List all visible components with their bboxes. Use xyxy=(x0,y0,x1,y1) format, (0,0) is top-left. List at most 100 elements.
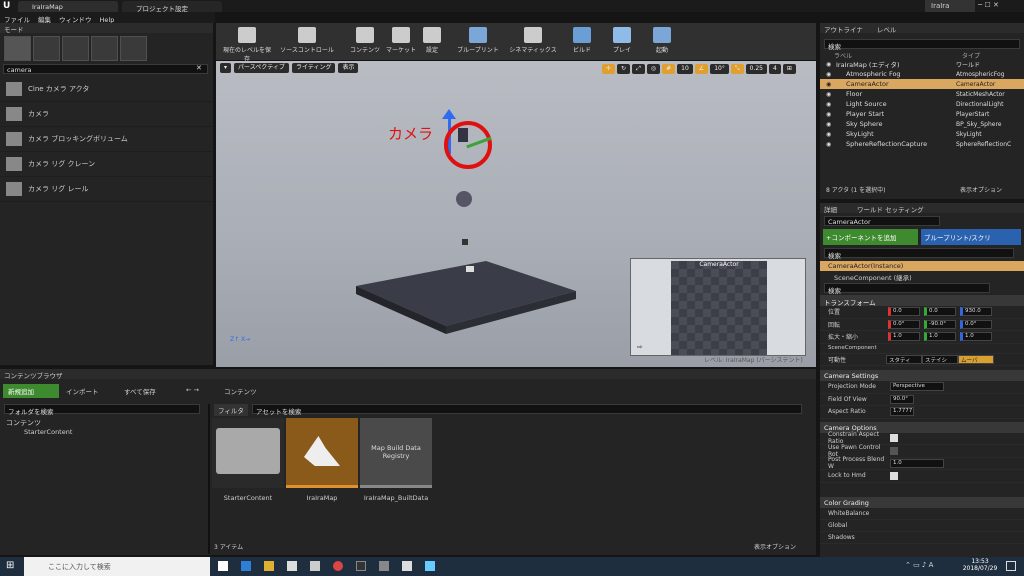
content-button[interactable]: コンテンツ xyxy=(345,25,385,57)
app-icon[interactable] xyxy=(379,561,389,571)
window-controls[interactable]: ─ ☐ ✕ xyxy=(978,1,999,9)
visibility-eye-icon[interactable]: ◉ xyxy=(826,131,836,138)
visibility-eye-icon[interactable]: ◉ xyxy=(826,141,836,148)
edge-icon[interactable] xyxy=(241,561,251,571)
blueprints-button[interactable]: ブループリント xyxy=(452,25,504,57)
task-view-icon[interactable] xyxy=(218,561,228,571)
asset-built-data[interactable]: Map Build Data Registry xyxy=(360,418,432,488)
notification-icon[interactable] xyxy=(1006,561,1016,571)
visibility-eye-icon[interactable]: ◉ xyxy=(826,91,836,98)
save-level-button[interactable]: 現在のレベルを保存 xyxy=(222,25,272,63)
tree-child[interactable]: StarterContent xyxy=(24,428,72,436)
move-tool-icon[interactable]: ✛ xyxy=(602,64,616,74)
tree-root[interactable]: コンテンツ xyxy=(6,418,41,428)
angle-snap-icon[interactable]: ∠ xyxy=(694,64,709,74)
splitter[interactable] xyxy=(208,404,210,554)
outliner-row[interactable]: ◉ Light Source DirectionalLight xyxy=(820,99,1024,109)
tab-world-settings[interactable]: ワールド セッティング xyxy=(857,204,924,214)
component-search-input[interactable]: 検索 xyxy=(824,248,1014,260)
asset-iraira-map[interactable] xyxy=(286,418,358,488)
geometry-mode-icon[interactable] xyxy=(120,36,147,61)
content-browser-tab[interactable]: コンテンツブラウザ xyxy=(0,369,816,380)
source-control-button[interactable]: ソースコントロール xyxy=(278,25,336,57)
scale-snap-icon[interactable]: ⤡ xyxy=(730,64,744,74)
add-new-button[interactable]: 新規追加 xyxy=(3,384,59,398)
tab-details[interactable]: 詳細 xyxy=(824,204,837,214)
visibility-eye-icon[interactable]: ◉ xyxy=(826,111,836,118)
camera-actor-icon[interactable] xyxy=(458,128,468,142)
outliner-row[interactable]: ◉ SkyLight SkyLight xyxy=(820,129,1024,139)
clear-search-icon[interactable]: ✕ xyxy=(196,64,202,72)
foliage-mode-icon[interactable] xyxy=(91,36,118,61)
visibility-eye-icon[interactable]: ◉ xyxy=(826,101,836,108)
level-viewport[interactable]: ▾ パースペクティブ ライティング 表示 ✛ ↻ ⤢ ◎ # 10 ∠ 10° … xyxy=(216,61,816,367)
import-button[interactable]: インポート xyxy=(66,386,99,396)
app-icon[interactable] xyxy=(425,561,435,571)
outliner-row[interactable]: ◉ IraIraMap (エディタ) ワールド xyxy=(820,59,1024,70)
epic-launcher-icon[interactable] xyxy=(356,561,366,571)
aspect-input[interactable]: 1.7777 xyxy=(890,407,914,417)
pin-icon[interactable]: ⇨ xyxy=(637,343,643,351)
outliner-view-options[interactable]: 表示オプション xyxy=(960,185,1002,194)
visibility-eye-icon[interactable]: ◉ xyxy=(826,71,836,78)
settings-button[interactable]: 設定 xyxy=(414,25,450,57)
scale-z[interactable]: 1.0 xyxy=(960,332,992,342)
content-view-options[interactable]: 表示オプション xyxy=(754,542,796,551)
build-button[interactable]: ビルド xyxy=(562,25,602,57)
explorer-icon[interactable] xyxy=(264,561,274,571)
outliner-search-input[interactable]: 検索 xyxy=(824,39,1020,51)
column-label[interactable]: ラベル xyxy=(834,51,962,60)
location-z[interactable]: 930.0 xyxy=(960,307,992,317)
viewport-options-button[interactable]: ▾ xyxy=(220,63,232,73)
scale-snap-value[interactable]: 0.25 xyxy=(745,64,767,74)
mobility-stationary[interactable]: ステイシ xyxy=(922,354,958,364)
angle-snap-value[interactable]: 10° xyxy=(710,64,729,74)
filter-button[interactable]: フィルタ xyxy=(214,404,248,416)
tab-iraira-map[interactable]: IraIraMap xyxy=(18,1,118,12)
property-search-input[interactable]: 検索 xyxy=(824,283,990,295)
white-balance-row[interactable]: WhiteBalance xyxy=(820,508,1024,520)
location-x[interactable]: 0.0 xyxy=(888,307,920,317)
visibility-eye-icon[interactable]: ◉ xyxy=(826,121,836,128)
taskbar-search-input[interactable]: ここに入力して検索 xyxy=(24,557,210,576)
visibility-eye-icon[interactable]: ◉ xyxy=(826,61,836,68)
grid-snap-icon[interactable]: # xyxy=(662,64,676,74)
player-start-icon[interactable] xyxy=(462,239,468,245)
mail-icon[interactable] xyxy=(310,561,320,571)
list-item[interactable]: カメラ リグ クレーン xyxy=(0,152,213,177)
list-item[interactable]: カメラ リグ レール xyxy=(0,177,213,202)
paint-mode-icon[interactable] xyxy=(33,36,60,61)
tab-outliner[interactable]: アウトライナ xyxy=(824,24,863,34)
outliner-row[interactable]: ◉ Sky Sphere BP_Sky_Sphere xyxy=(820,119,1024,129)
launch-button[interactable]: 起動 xyxy=(642,25,682,57)
perspective-button[interactable]: パースペクティブ xyxy=(234,63,289,73)
component-instance[interactable]: CameraActor(Instance) xyxy=(820,261,1024,271)
blueprint-script-button[interactable]: ブループリント/スクリ xyxy=(921,229,1021,245)
rotation-z[interactable]: 0.0° xyxy=(960,319,992,329)
nav-arrows-icon[interactable]: ← → xyxy=(186,386,199,394)
fov-input[interactable]: 90.0° xyxy=(890,394,914,404)
tab-project-settings[interactable]: プロジェクト設定 xyxy=(122,1,222,13)
column-type[interactable]: タイプ xyxy=(962,51,980,60)
transform-section[interactable]: トランスフォーム xyxy=(820,295,1024,307)
list-item[interactable]: Cine カメラ アクタ xyxy=(0,77,213,102)
maximize-icon[interactable]: ⊞ xyxy=(782,64,796,74)
actor-name-input[interactable]: CameraActor xyxy=(824,216,940,226)
rotation-x[interactable]: 0.0° xyxy=(888,319,920,329)
visibility-eye-icon[interactable]: ◉ xyxy=(826,81,836,88)
place-mode-icon[interactable] xyxy=(4,36,31,61)
world-icon[interactable]: ◎ xyxy=(646,64,661,74)
global-row[interactable]: Global xyxy=(820,520,1024,532)
mobility-static[interactable]: スタティ xyxy=(886,354,922,364)
outliner-row[interactable]: ◉ Atmospheric Fog AtmosphericFog xyxy=(820,69,1024,79)
outliner-row[interactable]: ◉ SphereReflectionCapture SphereReflection… xyxy=(820,139,1024,149)
shadows-row[interactable]: Shadows xyxy=(820,532,1024,544)
modes-search-input[interactable]: camera xyxy=(3,64,208,74)
constrain-checkbox[interactable] xyxy=(890,434,898,443)
location-y[interactable]: 0.0 xyxy=(924,307,956,317)
folder-search-input[interactable]: フォルダを検索 xyxy=(4,404,200,416)
outliner-row[interactable]: ◉ CameraActor CameraActor xyxy=(820,79,1024,89)
color-grading-section[interactable]: Color Grading xyxy=(820,496,1024,508)
windows-start-icon[interactable]: ⊞ xyxy=(6,561,14,571)
clock[interactable]: 13:53 2018/07/29 xyxy=(960,558,1000,572)
